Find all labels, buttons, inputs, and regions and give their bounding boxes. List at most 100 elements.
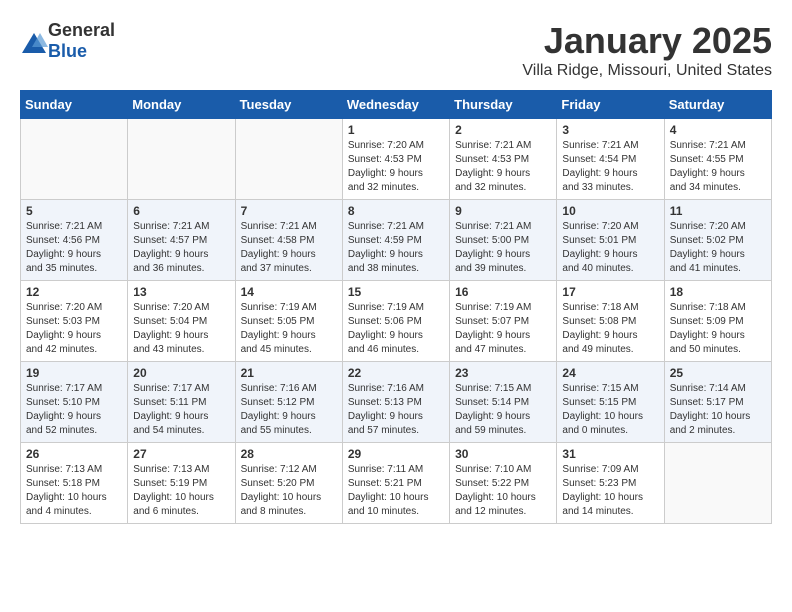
calendar-cell: 6Sunrise: 7:21 AM Sunset: 4:57 PM Daylig… [128, 200, 235, 281]
logo-text: General Blue [48, 20, 115, 62]
day-number: 26 [26, 447, 122, 461]
cell-info: Sunrise: 7:14 AM Sunset: 5:17 PM Dayligh… [670, 382, 766, 438]
month-title: January 2025 [522, 20, 772, 62]
day-number: 31 [562, 447, 658, 461]
day-number: 6 [133, 204, 229, 218]
cell-info: Sunrise: 7:21 AM Sunset: 4:56 PM Dayligh… [26, 220, 122, 276]
calendar-week-row: 12 Sunrise: 7:20 AM Sunset: 5:03 PM Dayli… [21, 281, 772, 362]
cell-info: Sunrise: 7:13 AM Sunset: 5:18 PM Dayligh… [26, 463, 122, 519]
calendar-cell [21, 119, 128, 200]
calendar-table: SundayMondayTuesdayWednesdayThursdayFrid… [20, 90, 772, 524]
day-number: 23 [455, 366, 551, 380]
cell-info: Sunrise: 7:10 AM Sunset: 5:22 PM Dayligh… [455, 463, 551, 519]
cell-info: Sunrise: 7:20 AM Sunset: 5:02 PM Dayligh… [670, 220, 766, 276]
calendar-cell: 1 Sunrise: 7:20 AM Sunset: 4:53 PM Daylig… [342, 119, 449, 200]
day-number: 9 [455, 204, 551, 218]
day-number: 5 [26, 204, 122, 218]
day-number: 10 [562, 204, 658, 218]
cell-info: Sunrise: 7:21 AM Sunset: 4:55 PM Dayligh… [670, 139, 766, 195]
cell-info: Sunrise: 7:17 AM Sunset: 5:11 PM Dayligh… [133, 382, 229, 438]
day-number: 30 [455, 447, 551, 461]
calendar-cell: 26 Sunrise: 7:13 AM Sunset: 5:18 PM Dayli… [21, 443, 128, 524]
calendar-cell: 27 Sunrise: 7:13 AM Sunset: 5:19 PM Dayli… [128, 443, 235, 524]
day-number: 16 [455, 285, 551, 299]
header-day-saturday: Saturday [664, 91, 771, 119]
cell-info: Sunrise: 7:20 AM Sunset: 4:53 PM Dayligh… [348, 139, 444, 195]
calendar-cell [235, 119, 342, 200]
header-day-tuesday: Tuesday [235, 91, 342, 119]
cell-info: Sunrise: 7:16 AM Sunset: 5:12 PM Dayligh… [241, 382, 337, 438]
calendar-cell: 30 Sunrise: 7:10 AM Sunset: 5:22 PM Dayli… [450, 443, 557, 524]
header-day-thursday: Thursday [450, 91, 557, 119]
calendar-cell: 28 Sunrise: 7:12 AM Sunset: 5:20 PM Dayli… [235, 443, 342, 524]
cell-info: Sunrise: 7:21 AM Sunset: 4:53 PM Dayligh… [455, 139, 551, 195]
calendar-week-row: 1 Sunrise: 7:20 AM Sunset: 4:53 PM Daylig… [21, 119, 772, 200]
calendar-week-row: 26 Sunrise: 7:13 AM Sunset: 5:18 PM Dayli… [21, 443, 772, 524]
day-number: 15 [348, 285, 444, 299]
day-number: 20 [133, 366, 229, 380]
calendar-week-row: 19 Sunrise: 7:17 AM Sunset: 5:10 PM Dayli… [21, 362, 772, 443]
day-number: 19 [26, 366, 122, 380]
cell-info: Sunrise: 7:18 AM Sunset: 5:08 PM Dayligh… [562, 301, 658, 357]
location-title: Villa Ridge, Missouri, United States [522, 62, 772, 80]
day-number: 17 [562, 285, 658, 299]
logo-general: General [48, 20, 115, 40]
cell-info: Sunrise: 7:11 AM Sunset: 5:21 PM Dayligh… [348, 463, 444, 519]
calendar-cell: 16 Sunrise: 7:19 AM Sunset: 5:07 PM Dayli… [450, 281, 557, 362]
calendar-week-row: 5 Sunrise: 7:21 AM Sunset: 4:56 PM Daylig… [21, 200, 772, 281]
day-number: 27 [133, 447, 229, 461]
day-number: 21 [241, 366, 337, 380]
cell-info: Sunrise: 7:18 AM Sunset: 5:09 PM Dayligh… [670, 301, 766, 357]
day-number: 7 [241, 204, 337, 218]
cell-info: Sunrise: 7:19 AM Sunset: 5:06 PM Dayligh… [348, 301, 444, 357]
day-number: 14 [241, 285, 337, 299]
calendar-cell: 20 Sunrise: 7:17 AM Sunset: 5:11 PM Dayli… [128, 362, 235, 443]
cell-info: Sunrise: 7:13 AM Sunset: 5:19 PM Dayligh… [133, 463, 229, 519]
day-number: 8 [348, 204, 444, 218]
day-number: 28 [241, 447, 337, 461]
logo-blue: Blue [48, 41, 87, 61]
cell-info: Sunrise: 7:15 AM Sunset: 5:15 PM Dayligh… [562, 382, 658, 438]
cell-info: Sunrise: 7:12 AM Sunset: 5:20 PM Dayligh… [241, 463, 337, 519]
cell-info: Sunrise: 7:16 AM Sunset: 5:13 PM Dayligh… [348, 382, 444, 438]
calendar-cell: 8 Sunrise: 7:21 AM Sunset: 4:59 PM Daylig… [342, 200, 449, 281]
calendar-cell: 18 Sunrise: 7:18 AM Sunset: 5:09 PM Dayli… [664, 281, 771, 362]
cell-info: Sunrise: 7:21 AM Sunset: 4:58 PM Dayligh… [241, 220, 337, 276]
cell-info: Sunrise: 7:19 AM Sunset: 5:05 PM Dayligh… [241, 301, 337, 357]
calendar-cell: 5 Sunrise: 7:21 AM Sunset: 4:56 PM Daylig… [21, 200, 128, 281]
day-number: 18 [670, 285, 766, 299]
calendar-cell: 13Sunrise: 7:20 AM Sunset: 5:04 PM Dayli… [128, 281, 235, 362]
calendar-cell [128, 119, 235, 200]
header-day-wednesday: Wednesday [342, 91, 449, 119]
calendar-cell: 19 Sunrise: 7:17 AM Sunset: 5:10 PM Dayli… [21, 362, 128, 443]
cell-info: Sunrise: 7:19 AM Sunset: 5:07 PM Dayligh… [455, 301, 551, 357]
calendar-cell: 10Sunrise: 7:20 AM Sunset: 5:01 PM Dayli… [557, 200, 664, 281]
calendar-cell: 2 Sunrise: 7:21 AM Sunset: 4:53 PM Daylig… [450, 119, 557, 200]
cell-info: Sunrise: 7:21 AM Sunset: 4:59 PM Dayligh… [348, 220, 444, 276]
calendar-cell: 31Sunrise: 7:09 AM Sunset: 5:23 PM Dayli… [557, 443, 664, 524]
day-number: 2 [455, 123, 551, 137]
header-day-monday: Monday [128, 91, 235, 119]
calendar-cell: 22Sunrise: 7:16 AM Sunset: 5:13 PM Dayli… [342, 362, 449, 443]
logo: General Blue [20, 20, 115, 62]
calendar-cell: 21 Sunrise: 7:16 AM Sunset: 5:12 PM Dayli… [235, 362, 342, 443]
cell-info: Sunrise: 7:15 AM Sunset: 5:14 PM Dayligh… [455, 382, 551, 438]
cell-info: Sunrise: 7:17 AM Sunset: 5:10 PM Dayligh… [26, 382, 122, 438]
day-number: 11 [670, 204, 766, 218]
calendar-cell: 12 Sunrise: 7:20 AM Sunset: 5:03 PM Dayli… [21, 281, 128, 362]
calendar-cell: 24 Sunrise: 7:15 AM Sunset: 5:15 PM Dayli… [557, 362, 664, 443]
calendar-header-row: SundayMondayTuesdayWednesdayThursdayFrid… [21, 91, 772, 119]
calendar-cell: 29Sunrise: 7:11 AM Sunset: 5:21 PM Dayli… [342, 443, 449, 524]
day-number: 12 [26, 285, 122, 299]
logo-icon [20, 31, 44, 51]
cell-info: Sunrise: 7:21 AM Sunset: 4:54 PM Dayligh… [562, 139, 658, 195]
calendar-cell: 3Sunrise: 7:21 AM Sunset: 4:54 PM Daylig… [557, 119, 664, 200]
title-area: January 2025 Villa Ridge, Missouri, Unit… [522, 20, 772, 80]
day-number: 1 [348, 123, 444, 137]
calendar-cell: 23 Sunrise: 7:15 AM Sunset: 5:14 PM Dayli… [450, 362, 557, 443]
calendar-cell: 4Sunrise: 7:21 AM Sunset: 4:55 PM Daylig… [664, 119, 771, 200]
day-number: 24 [562, 366, 658, 380]
calendar-cell [664, 443, 771, 524]
calendar-cell: 14 Sunrise: 7:19 AM Sunset: 5:05 PM Dayli… [235, 281, 342, 362]
cell-info: Sunrise: 7:20 AM Sunset: 5:03 PM Dayligh… [26, 301, 122, 357]
